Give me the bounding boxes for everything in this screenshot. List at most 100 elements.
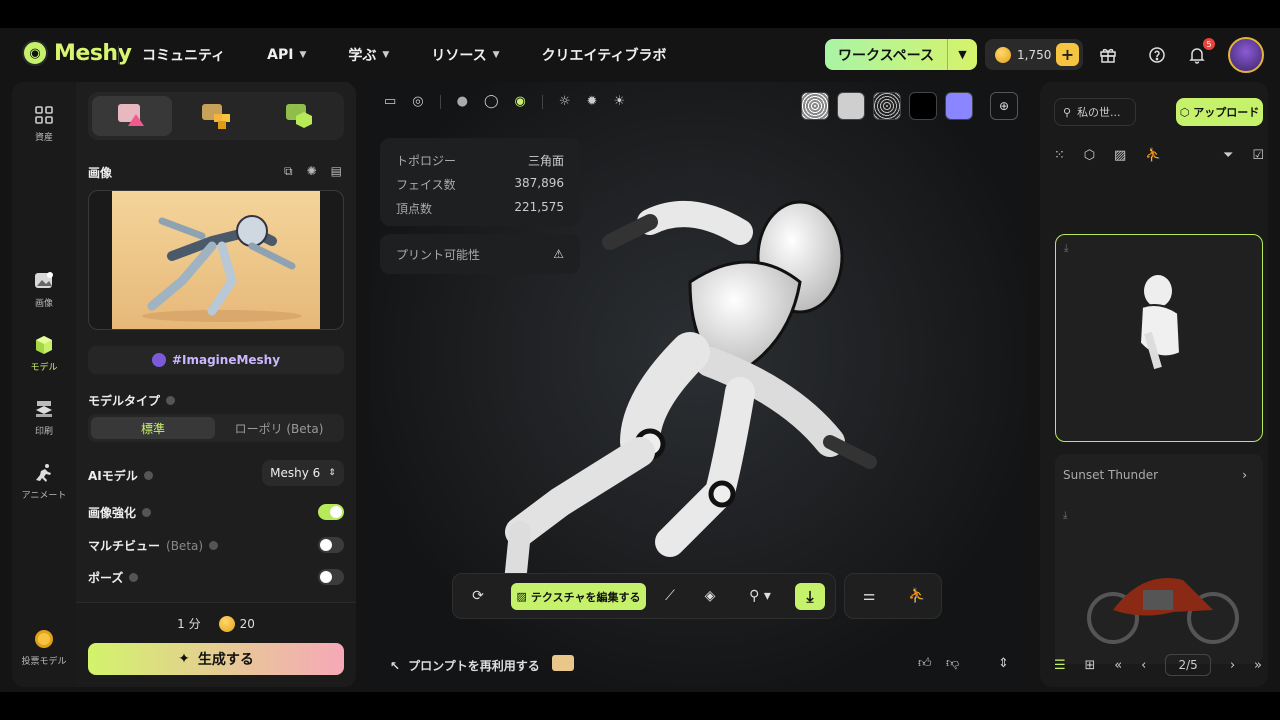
imagine-meshy-hashtag[interactable]: #ImagineMeshy: [88, 346, 344, 374]
prev-page-icon[interactable]: ‹: [1141, 658, 1146, 673]
model-viewport[interactable]: ▭ ◎ ● ◯ ◉ ☼ ✹ ☀ ⊕ トポロジー 三角面 フェイス数 387,896 …: [370, 82, 1026, 687]
model-card[interactable]: ⤓: [1055, 234, 1263, 442]
nav-learn[interactable]: 学ぶ ▼: [348, 45, 389, 65]
split-icon[interactable]: ⧉: [284, 164, 293, 179]
divider: [118, 46, 119, 64]
avatar[interactable]: [1228, 37, 1264, 73]
tab-image-to-3d[interactable]: [92, 96, 172, 136]
gift-icon[interactable]: [1098, 45, 1118, 65]
rail-item-image[interactable]: 画像: [12, 270, 76, 309]
download-button[interactable]: ⤓: [795, 583, 825, 610]
model-type-lowpoly[interactable]: ローポリ (Beta): [217, 417, 341, 439]
thumbs-up-icon[interactable]: 👍︎: [918, 656, 932, 671]
pose-toggle[interactable]: [318, 569, 344, 585]
nav-api[interactable]: API ▼: [267, 45, 306, 65]
download-icon[interactable]: ⤓: [1063, 510, 1067, 521]
textured-icon[interactable]: ◉: [515, 94, 526, 109]
swatch-dark-noise[interactable]: [873, 92, 901, 120]
info-icon[interactable]: [209, 541, 219, 550]
generate-button[interactable]: ✦ 生成する: [88, 643, 344, 675]
edit-texture-button[interactable]: ▨ テクスチャを編集する: [511, 583, 646, 610]
nav-label: API: [267, 47, 294, 63]
grid-view-icon[interactable]: ⊞: [1085, 658, 1096, 673]
rail-item-animate[interactable]: アニメート: [12, 462, 76, 501]
prompt-thumbnail[interactable]: [552, 655, 574, 671]
first-page-icon[interactable]: «: [1114, 658, 1122, 673]
monitor-icon[interactable]: ▭: [384, 94, 396, 109]
swatch-noise[interactable]: [801, 92, 829, 120]
rail-item-print[interactable]: 印刷: [12, 398, 76, 437]
list-view-icon[interactable]: ☰: [1054, 658, 1066, 673]
input-image[interactable]: [88, 190, 344, 330]
search-input[interactable]: ⚲ 私の世...: [1054, 98, 1136, 126]
info-icon[interactable]: [142, 508, 152, 517]
swatch-purple[interactable]: [945, 92, 973, 120]
remesh-icon[interactable]: ⟋: [660, 586, 680, 606]
sun-icon[interactable]: ☀: [613, 94, 625, 109]
nav-community[interactable]: コミュニティ: [142, 45, 225, 65]
checkbox-icon[interactable]: ☑: [1252, 148, 1264, 163]
light-icon[interactable]: ☼: [559, 94, 571, 109]
zoom-icon[interactable]: ⊕: [990, 92, 1018, 120]
panel-icon[interactable]: ▤: [331, 164, 342, 179]
cube-icon[interactable]: ⬡: [1084, 148, 1095, 163]
info-icon[interactable]: [129, 573, 139, 582]
help-icon[interactable]: [1147, 45, 1167, 65]
thumbs-down-icon[interactable]: 👎︎: [946, 656, 959, 671]
caret-down-icon[interactable]: ▼: [947, 39, 977, 70]
multiview-toggle[interactable]: [318, 537, 344, 553]
credits-widget[interactable]: 1,750 +: [985, 39, 1083, 70]
page-indicator[interactable]: 2/5: [1165, 654, 1212, 676]
last-page-icon[interactable]: »: [1254, 658, 1262, 673]
mesh-icon[interactable]: ◈: [700, 586, 720, 606]
texture-icon: ▨: [516, 590, 527, 603]
reuse-prompt-button[interactable]: ↖ プロンプトを再利用する: [390, 657, 540, 674]
rail-item-model[interactable]: モデル: [12, 334, 76, 373]
model-type-standard[interactable]: 標準: [91, 417, 215, 439]
ai-model-label: AIモデル: [88, 467, 153, 484]
image-tools: ⧉ ✺ ▤: [284, 164, 342, 179]
enhance-toggle[interactable]: [318, 504, 344, 520]
enhance-label: 画像強化: [88, 504, 152, 521]
texture-icon[interactable]: ▨: [1114, 148, 1126, 163]
info-icon[interactable]: [143, 471, 153, 480]
chevron-right-icon[interactable]: ›: [1242, 468, 1247, 482]
info-icon[interactable]: [166, 396, 176, 405]
rig-dropdown-icon[interactable]: ⚲ ▾: [745, 586, 775, 606]
model-card[interactable]: Sunset Thunder › ⤓: [1055, 454, 1263, 664]
workspace-button[interactable]: ワークスペース ▼: [825, 39, 977, 70]
ai-model-select[interactable]: Meshy 6 ⇕: [262, 460, 344, 486]
settings-sliders-icon[interactable]: ⚌: [859, 586, 879, 606]
bulb-icon[interactable]: ✺: [307, 164, 317, 179]
expand-icon[interactable]: ⇕: [998, 656, 1009, 671]
nav-resources[interactable]: リソース ▼: [431, 45, 499, 65]
refresh-icon[interactable]: ⟳: [468, 586, 488, 606]
tab-text-to-3d[interactable]: [260, 96, 340, 136]
swatch-black[interactable]: [909, 92, 937, 120]
viewport-toolbar: ▭ ◎ ● ◯ ◉ ☼ ✹ ☀: [384, 94, 625, 109]
model-type-selector: 標準 ローポリ (Beta): [88, 414, 344, 442]
tab-multi-image[interactable]: [176, 96, 256, 136]
light-alt-icon[interactable]: ✹: [587, 94, 598, 109]
animate-icon[interactable]: ⛹: [907, 586, 927, 606]
globe-icon[interactable]: ◎: [412, 94, 423, 109]
running-icon[interactable]: ⛹: [1145, 148, 1161, 163]
swatch-light[interactable]: [837, 92, 865, 120]
next-page-icon[interactable]: ›: [1230, 658, 1235, 673]
mode-tabs: [88, 92, 344, 140]
printability-label: プリント可能性: [396, 247, 481, 262]
nav-creative-lab[interactable]: クリエイティブラボ: [542, 45, 667, 65]
coin-icon: [218, 615, 235, 632]
rail-item-vote-model[interactable]: 投票モデル: [12, 628, 76, 667]
chevron-updown-icon: ⇕: [328, 468, 336, 478]
dots-grid-icon[interactable]: ⁙: [1054, 148, 1065, 163]
model-type-label: モデルタイプ: [88, 392, 176, 409]
solid-shading-icon[interactable]: ●: [457, 94, 468, 109]
filter-icon[interactable]: ⏷: [1223, 148, 1233, 163]
download-icon[interactable]: ⤓: [1064, 243, 1068, 254]
rail-item-assets[interactable]: 資産: [12, 104, 76, 143]
wireframe-icon[interactable]: ◯: [484, 94, 499, 109]
logo[interactable]: ◉ Meshy: [22, 40, 132, 66]
add-credits-button[interactable]: +: [1056, 43, 1079, 66]
upload-button[interactable]: ⬡ アップロード: [1176, 98, 1263, 126]
